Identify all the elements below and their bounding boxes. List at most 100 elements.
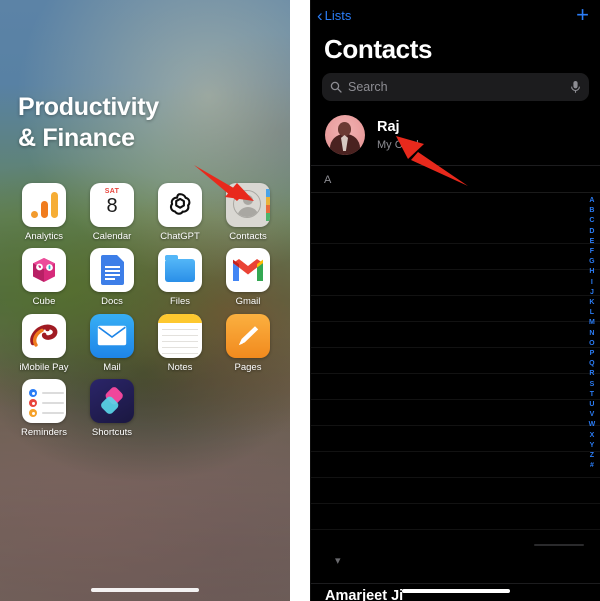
imobile-pay-icon[interactable] <box>22 313 66 358</box>
search-icon <box>330 81 342 93</box>
index-letter[interactable]: X <box>590 431 595 441</box>
app-label: Cube <box>32 296 56 308</box>
index-letter[interactable]: M <box>589 318 595 328</box>
app-label: Calendar <box>92 231 132 242</box>
index-letter[interactable]: G <box>589 257 595 267</box>
back-to-lists-button[interactable]: ‹ Lists <box>317 7 351 24</box>
search-bar-container: Search <box>311 73 600 101</box>
index-letter[interactable]: S <box>590 380 595 390</box>
annotation-arrow-to-contacts-icon <box>194 165 254 201</box>
index-letter[interactable]: P <box>590 349 595 359</box>
app-shortcuts[interactable]: Shortcuts <box>78 379 146 438</box>
app-label: Mail <box>103 361 121 373</box>
notes-header-strip <box>158 313 202 323</box>
app-imobile-pay[interactable]: iMobile Pay <box>10 313 78 373</box>
app-label: Files <box>169 296 191 308</box>
envelope-glyph <box>97 326 127 346</box>
app-files[interactable]: Files <box>146 248 214 307</box>
search-placeholder: Search <box>348 80 388 94</box>
app-cube[interactable]: Cube <box>10 248 78 307</box>
index-letter[interactable]: B <box>589 206 594 216</box>
app-label: Contacts <box>229 231 267 242</box>
chevron-left-icon: ‹ <box>317 5 323 25</box>
index-letter[interactable]: O <box>589 339 595 349</box>
index-letter[interactable]: F <box>590 247 594 257</box>
app-calendar[interactable]: SAT 8 Calendar <box>78 183 146 242</box>
index-letter[interactable]: U <box>589 400 594 410</box>
app-label: iMobile Pay <box>19 361 69 373</box>
docs-icon[interactable] <box>90 248 134 293</box>
index-letter[interactable]: R <box>589 369 594 379</box>
app-docs[interactable]: Docs <box>78 248 146 307</box>
scroll-indicator[interactable] <box>534 544 584 546</box>
microphone-icon[interactable] <box>570 80 581 94</box>
app-label: Gmail <box>235 296 261 308</box>
list-divider <box>311 582 600 583</box>
icici-i-glyph <box>30 324 58 347</box>
index-letter[interactable]: C <box>589 216 594 226</box>
app-label: Reminders <box>21 427 67 439</box>
app-label: Docs <box>101 296 123 308</box>
home-indicator <box>401 589 510 593</box>
panel-divider <box>290 0 310 601</box>
index-letter[interactable]: E <box>590 237 595 247</box>
iphone-home-screen-folder: Productivity & Finance Analytics SAT 8 C… <box>0 0 290 601</box>
app-gmail[interactable]: Gmail <box>214 248 282 307</box>
app-label: Pages <box>234 361 262 373</box>
pen-glyph <box>239 326 259 345</box>
app-notes[interactable]: Notes <box>146 313 214 373</box>
shortcuts-diamonds-glyph <box>101 387 123 415</box>
files-folder-glyph <box>165 254 195 282</box>
notes-icon[interactable] <box>158 313 202 358</box>
page-title: Contacts <box>324 34 433 64</box>
index-letter[interactable]: # <box>590 461 594 471</box>
index-letter[interactable]: Y <box>590 441 595 451</box>
index-letter[interactable]: H <box>589 267 594 277</box>
index-letter[interactable]: K <box>589 298 594 308</box>
shortcuts-icon[interactable] <box>90 379 134 424</box>
app-mail[interactable]: Mail <box>78 313 146 373</box>
screenshot-stage: Productivity & Finance Analytics SAT 8 C… <box>0 0 600 601</box>
avatar <box>325 115 365 155</box>
partial-contact-name: Amarjeet Ji <box>325 588 404 601</box>
files-icon[interactable] <box>158 248 202 293</box>
index-letter[interactable]: N <box>589 329 594 339</box>
alphabet-index[interactable]: A B C D E F G H I J K L M N O P Q R S T U V W X Y Z # <box>586 196 598 471</box>
index-letter[interactable]: V <box>590 410 595 420</box>
calendar-weekday: SAT <box>104 188 120 195</box>
index-letter[interactable]: A <box>589 196 594 206</box>
app-pages[interactable]: Pages <box>214 313 282 373</box>
reminders-icon[interactable] <box>22 379 66 424</box>
index-letter[interactable]: D <box>589 227 594 237</box>
folder-title: Productivity & Finance <box>18 93 159 152</box>
calendar-day: 8 <box>106 195 118 217</box>
calendar-icon[interactable]: SAT 8 <box>90 183 134 227</box>
app-label: Notes <box>167 361 193 373</box>
annotation-arrow-to-raj-row <box>396 136 468 186</box>
index-letter[interactable]: W <box>589 420 596 430</box>
navigation-bar: ‹ Lists + <box>311 0 600 30</box>
index-letter[interactable]: T <box>590 390 594 400</box>
app-grid: Analytics SAT 8 Calendar ChatGPT Contact… <box>10 183 282 439</box>
cube-glyph <box>33 258 55 283</box>
gmail-icon[interactable] <box>226 248 270 293</box>
cube-icon[interactable] <box>22 248 66 293</box>
app-reminders[interactable]: Reminders <box>10 379 78 438</box>
index-letter[interactable]: Q <box>589 359 595 369</box>
app-label: Analytics <box>24 231 63 242</box>
docs-page-glyph <box>100 255 124 286</box>
index-letter[interactable]: Z <box>590 451 594 461</box>
index-letter[interactable]: I <box>591 278 593 288</box>
back-label: Lists <box>324 7 352 23</box>
index-letter[interactable]: L <box>590 308 594 318</box>
index-letter[interactable]: J <box>590 288 594 298</box>
pages-icon[interactable] <box>226 313 270 358</box>
search-input[interactable]: Search <box>322 73 589 101</box>
app-label: ChatGPT <box>160 231 200 242</box>
analytics-icon[interactable] <box>22 183 66 227</box>
add-contact-button[interactable]: + <box>576 4 589 26</box>
contacts-app-screen: ‹ Lists + Contacts Search Raj My Card A … <box>310 0 600 601</box>
app-analytics[interactable]: Analytics <box>10 183 78 242</box>
home-indicator <box>91 588 199 592</box>
mail-icon[interactable] <box>90 313 134 358</box>
